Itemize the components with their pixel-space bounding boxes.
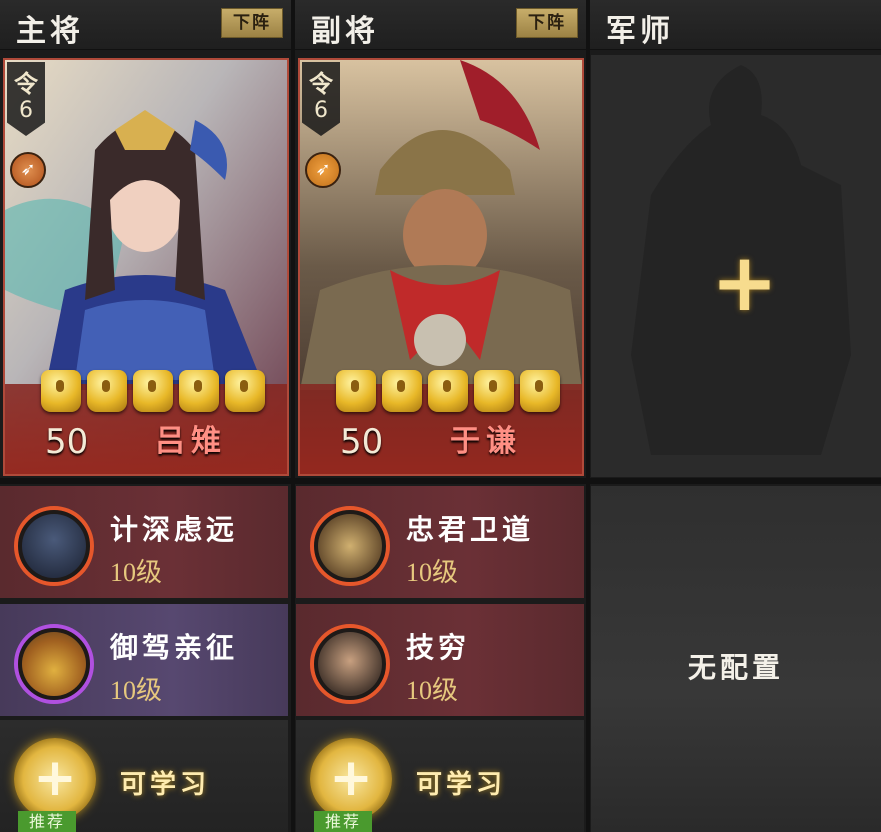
advisor-header: 军师 [590, 0, 881, 50]
skill-name: 技穷 [406, 631, 471, 664]
general-level: 50 [340, 422, 384, 462]
main-general-header: 主将 下阵 [0, 0, 291, 50]
plus-icon: + [329, 748, 373, 808]
star-token-icon [179, 370, 219, 412]
advisor-empty-text: 无配置 [687, 651, 784, 684]
learnable-label: 可学习 [416, 770, 507, 800]
vice-remove-button[interactable]: 下阵 [516, 8, 578, 38]
skill-icon [310, 624, 390, 704]
skill-icon [14, 624, 94, 704]
skill-level: 10级 [110, 676, 163, 705]
recommend-badge: 推荐 [18, 811, 76, 832]
vice-skill-1[interactable]: 忠君卫道 10级 [296, 486, 584, 598]
skill-level: 10级 [406, 676, 459, 705]
order-badge: 令 6 [7, 62, 45, 136]
general-name: 吕雉 [155, 424, 227, 459]
column-divider [586, 0, 590, 832]
general-level: 50 [45, 422, 89, 462]
star-token-icon [336, 370, 376, 412]
main-learnable-slot[interactable]: + 可学习 推荐 [0, 720, 288, 832]
star-rating [41, 370, 265, 412]
star-token-icon [428, 370, 468, 412]
spear-icon: ➶ [10, 152, 46, 188]
plus-icon[interactable]: + [711, 243, 778, 323]
vice-skill-2[interactable]: 技穷 10级 [296, 604, 584, 716]
skill-name: 忠君卫道 [406, 513, 535, 546]
recommend-badge: 推荐 [314, 811, 372, 832]
advisor-slot[interactable]: + [591, 55, 881, 477]
order-badge: 令 6 [302, 62, 340, 136]
skill-level: 10级 [406, 558, 459, 587]
main-general-title: 主将 [16, 14, 84, 49]
main-general-card[interactable]: 令 6 ➶ 50 吕雉 [3, 58, 289, 476]
star-token-icon [133, 370, 173, 412]
vice-general-card[interactable]: 令 6 ➶ 50 于谦 [298, 58, 584, 476]
star-token-icon [87, 370, 127, 412]
row-divider [0, 478, 881, 484]
skill-icon [310, 506, 390, 586]
vice-learnable-slot[interactable]: + 可学习 推荐 [296, 720, 584, 832]
main-skill-2[interactable]: 御驾亲征 10级 [0, 604, 288, 716]
main-remove-button[interactable]: 下阵 [221, 8, 283, 38]
skill-name: 计深虑远 [110, 513, 239, 546]
star-token-icon [41, 370, 81, 412]
star-token-icon [474, 370, 514, 412]
vice-general-title: 副将 [311, 14, 379, 49]
advisor-title: 军师 [606, 14, 674, 49]
vice-general-header: 副将 下阵 [295, 0, 586, 50]
column-divider [291, 0, 295, 832]
learnable-label: 可学习 [120, 770, 211, 800]
star-token-icon [520, 370, 560, 412]
skill-level: 10级 [110, 558, 163, 587]
star-rating [336, 370, 560, 412]
plus-icon: + [33, 748, 77, 808]
general-name: 于谦 [450, 424, 522, 459]
main-skill-1[interactable]: 计深虑远 10级 [0, 486, 288, 598]
star-token-icon [225, 370, 265, 412]
star-token-icon [382, 370, 422, 412]
spear-icon: ➶ [305, 152, 341, 188]
advisor-skill-area: 无配置 [591, 486, 881, 832]
skill-icon [14, 506, 94, 586]
skill-name: 御驾亲征 [110, 631, 239, 664]
